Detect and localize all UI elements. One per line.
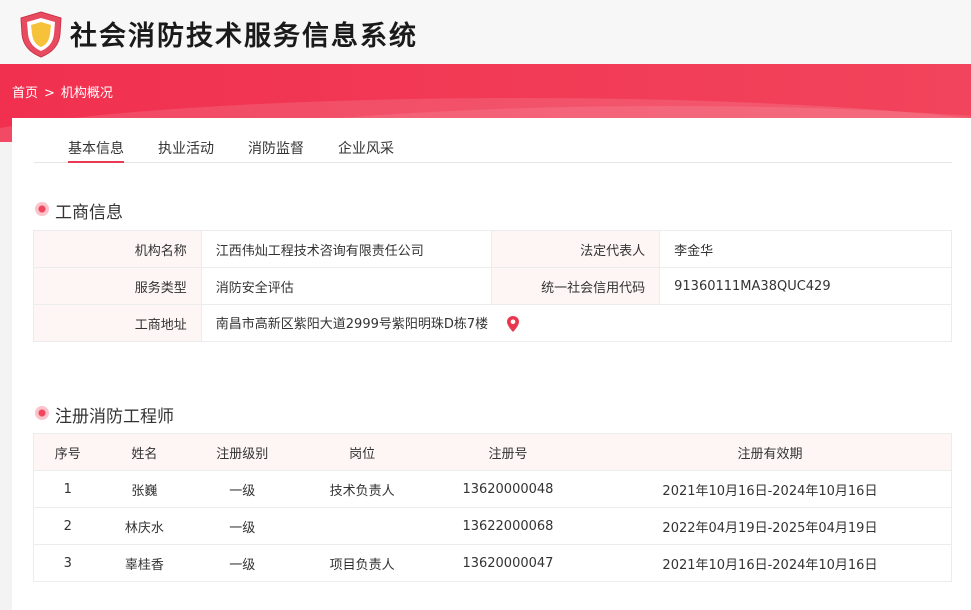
cell-reg-no: 13620000047 xyxy=(427,544,589,582)
cell-post: 项目负责人 xyxy=(297,544,427,582)
top-header: 社会消防技术服务信息系统 xyxy=(0,0,971,64)
breadcrumb-current: 机构概况 xyxy=(60,86,113,101)
address-cell: 南昌市高新区紫阳大道2999号紫阳明珠D栋7楼 xyxy=(200,304,953,342)
cell-valid: 2022年04月19日-2025年04月19日 xyxy=(588,507,952,545)
table-row: 2 林庆水 一级 13622000068 2022年04月19日-2025年04… xyxy=(33,507,952,545)
engineers-table: 序号 姓名 注册级别 岗位 注册号 注册有效期 1 张巍 一级 技术负责人 13… xyxy=(33,433,952,582)
table-row: 工商地址 南昌市高新区紫阳大道2999号紫阳明珠D栋7楼 xyxy=(33,304,953,342)
address-label: 工商地址 xyxy=(33,304,202,342)
table-row: 机构名称 江西伟灿工程技术咨询有限责任公司 法定代表人 李金华 xyxy=(33,230,952,268)
tab-company-showcase[interactable]: 企业风采 xyxy=(338,138,394,163)
business-info-table: 机构名称 江西伟灿工程技术咨询有限责任公司 法定代表人 李金华 服务类型 消防安… xyxy=(33,230,953,342)
service-type-value: 消防安全评估 xyxy=(200,267,493,305)
service-type-label: 服务类型 xyxy=(33,267,202,305)
tab-fire-supervision[interactable]: 消防监督 xyxy=(248,138,304,163)
cell-no: 2 xyxy=(33,507,102,545)
column-header-valid: 注册有效期 xyxy=(588,433,952,471)
tab-basic-info[interactable]: 基本信息 xyxy=(68,138,124,163)
org-name-label: 机构名称 xyxy=(33,230,202,268)
column-header-name: 姓名 xyxy=(101,433,188,471)
section-bullet-icon xyxy=(35,406,49,420)
address-value: 南昌市高新区紫阳大道2999号紫阳明珠D栋7楼 xyxy=(215,316,489,332)
section-title-business: 工商信息 xyxy=(55,203,123,223)
table-row: 3 辜桂香 一级 项目负责人 13620000047 2021年10月16日-2… xyxy=(33,544,952,582)
table-header-row: 序号 姓名 注册级别 岗位 注册号 注册有效期 xyxy=(33,433,952,471)
tab-practice-activities[interactable]: 执业活动 xyxy=(158,138,214,163)
shield-logo-icon xyxy=(20,11,62,58)
column-header-no: 序号 xyxy=(33,433,102,471)
cell-post xyxy=(297,507,427,545)
credit-code-value: 91360111MA38QUC429 xyxy=(659,267,952,305)
table-row: 服务类型 消防安全评估 统一社会信用代码 91360111MA38QUC429 xyxy=(33,267,952,305)
cell-level: 一级 xyxy=(187,470,298,508)
tab-bar: 基本信息 执业活动 消防监督 企业风采 xyxy=(34,135,952,163)
cell-level: 一级 xyxy=(187,544,298,582)
legal-rep-label: 法定代表人 xyxy=(491,230,661,268)
org-name-value: 江西伟灿工程技术咨询有限责任公司 xyxy=(200,230,493,268)
cell-valid: 2021年10月16日-2024年10月16日 xyxy=(588,544,952,582)
section-title-engineers: 注册消防工程师 xyxy=(55,407,174,427)
column-header-level: 注册级别 xyxy=(187,433,298,471)
breadcrumb-home-link[interactable]: 首页 xyxy=(12,86,38,101)
cell-name: 林庆水 xyxy=(101,507,188,545)
cell-name: 辜桂香 xyxy=(101,544,188,582)
column-header-post: 岗位 xyxy=(297,433,427,471)
breadcrumb: 首页 > 机构概况 xyxy=(12,82,113,101)
site-title: 社会消防技术服务信息系统 xyxy=(70,21,418,52)
cell-post: 技术负责人 xyxy=(297,470,427,508)
map-pin-icon[interactable] xyxy=(506,315,520,333)
cell-no: 3 xyxy=(33,544,102,582)
breadcrumb-separator: > xyxy=(44,86,55,101)
main-content: 基本信息 执业活动 消防监督 企业风采 工商信息 机构名称 江西伟灿工程技术咨询… xyxy=(12,118,971,610)
cell-level: 一级 xyxy=(187,507,298,545)
cell-reg-no: 13620000048 xyxy=(427,470,589,508)
cell-no: 1 xyxy=(33,470,102,508)
credit-code-label: 统一社会信用代码 xyxy=(491,267,661,305)
cell-valid: 2021年10月16日-2024年10月16日 xyxy=(588,470,952,508)
cell-reg-no: 13622000068 xyxy=(427,507,589,545)
section-bullet-icon xyxy=(35,202,49,216)
legal-rep-value: 李金华 xyxy=(659,230,952,268)
cell-name: 张巍 xyxy=(101,470,188,508)
table-row: 1 张巍 一级 技术负责人 13620000048 2021年10月16日-20… xyxy=(33,470,952,508)
column-header-reg-no: 注册号 xyxy=(427,433,589,471)
